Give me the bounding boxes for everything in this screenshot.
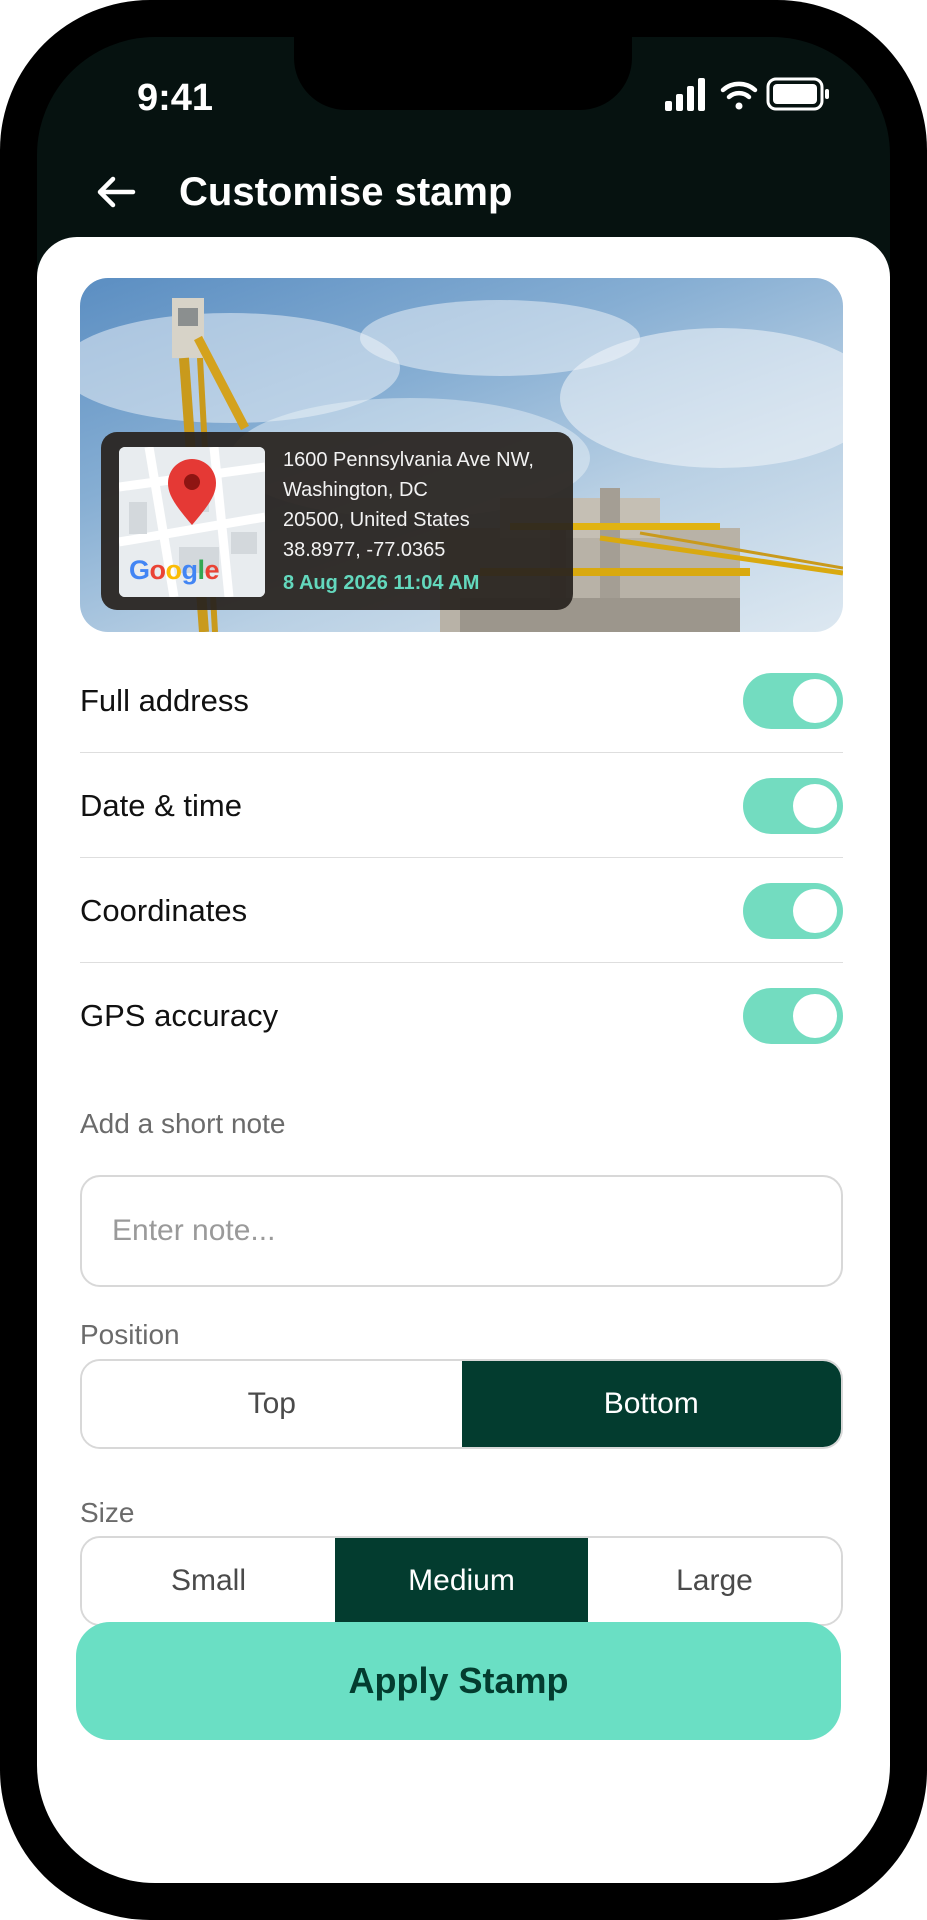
size-selector: Small Medium Large (80, 1536, 843, 1626)
app-header: Customise stamp (37, 147, 890, 247)
position-option-bottom[interactable]: Bottom (461, 1361, 841, 1447)
position-option-top[interactable]: Top (82, 1361, 462, 1447)
toggle-label: GPS accuracy (80, 998, 279, 1033)
size-option-small[interactable]: Small (82, 1538, 335, 1624)
map-thumbnail: Google (119, 447, 265, 597)
switch-knob (793, 679, 837, 723)
note-input[interactable] (80, 1175, 843, 1287)
toggle-label: Date & time (80, 788, 242, 823)
battery-icon (766, 77, 829, 111)
gps-accuracy-switch[interactable] (743, 988, 843, 1044)
toggle-row-coordinates: Coordinates (80, 858, 843, 963)
position-label: Position (80, 1319, 180, 1350)
device-notch (294, 37, 632, 110)
apply-stamp-button[interactable]: Apply Stamp (76, 1622, 841, 1740)
back-arrow-icon[interactable] (91, 167, 141, 217)
toggle-label: Coordinates (80, 893, 248, 928)
toggle-row-date-time: Date & time (80, 753, 843, 858)
content-sheet: Google 1600 Pennsylvania Ave NW, Washing… (37, 237, 890, 1883)
stamp-address-line: 20500, United States (283, 509, 470, 531)
stamp-overlay: Google 1600 Pennsylvania Ave NW, Washing… (101, 432, 573, 610)
size-option-large[interactable]: Large (588, 1538, 841, 1624)
switch-knob (793, 889, 837, 933)
toggle-label: Full address (80, 683, 249, 718)
cellular-signal-icon (665, 78, 705, 111)
stamp-preview: Google 1600 Pennsylvania Ave NW, Washing… (80, 278, 843, 632)
switch-knob (793, 994, 837, 1038)
size-option-medium[interactable]: Medium (335, 1538, 588, 1624)
phone-screen: 9:41 Customise stamp Google 1600 Pennsyl… (37, 37, 890, 1883)
size-label: Size (80, 1497, 135, 1528)
phone-frame: 9:41 Customise stamp Google 1600 Pennsyl… (0, 0, 927, 1920)
toggle-row-full-address: Full address (80, 648, 843, 753)
switch-knob (793, 784, 837, 828)
status-icons (665, 77, 835, 113)
full-address-switch[interactable] (743, 673, 843, 729)
note-label: Add a short note (80, 1108, 286, 1139)
stamp-datetime: 8 Aug 2026 11:04 AM (283, 572, 480, 594)
toggle-row-gps-accuracy: GPS accuracy (80, 963, 843, 1068)
wifi-icon (720, 81, 758, 110)
stamp-address-line: 1600 Pennsylvania Ave NW, (283, 449, 534, 471)
stamp-address-line: Washington, DC (283, 479, 428, 501)
status-time: 9:41 (137, 77, 214, 119)
page-title: Customise stamp (179, 170, 513, 214)
google-logo: Google (129, 555, 220, 585)
position-selector: Top Bottom (80, 1359, 843, 1449)
stamp-coordinates: 38.8977, -77.0365 (283, 539, 446, 561)
stamp-details: 1600 Pennsylvania Ave NW, Washington, DC… (283, 445, 563, 598)
date-time-switch[interactable] (743, 778, 843, 834)
coordinates-switch[interactable] (743, 883, 843, 939)
